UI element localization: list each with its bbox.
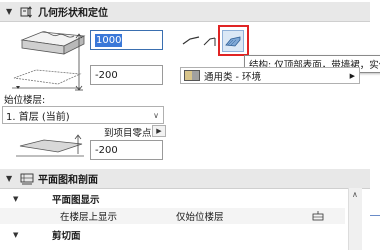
section-header-geometry[interactable]: ▼ 几何形状和定位 [0,2,370,22]
offset-diagram-icon [14,134,88,158]
top-offset-input[interactable]: 1000 [90,30,163,50]
expand-arrow-icon: ▶ [349,71,355,80]
tree-row-plan-display[interactable]: ▼ 平面图显示 [0,191,345,207]
collapse-arrow-icon[interactable]: ▼ [13,195,18,203]
collapse-arrow-icon[interactable]: ▼ [6,7,16,16]
material-swatch-icon [184,70,200,81]
home-story-label: 始位楼层: [4,95,46,106]
section-header-plan-section[interactable]: ▼ 平面图和剖面 [0,169,370,189]
surface-material-select[interactable]: 通用类 - 环境 ▶ [180,67,360,84]
scroll-up-icon[interactable]: ∧ [352,190,358,199]
collapse-arrow-icon[interactable]: ▼ [6,174,16,183]
tree-row-show-on-stories[interactable]: 在楼层上显示 仅始位楼层 [0,208,345,224]
chevron-down-icon: ∨ [153,110,159,120]
home-story-select[interactable]: 1. 首层 (当前) ∨ [2,106,164,124]
story-visibility-icon [312,211,324,224]
scrollbar[interactable]: ∧ [348,188,362,250]
collapse-arrow-icon[interactable]: ▼ [13,231,18,239]
section-title: 几何形状和定位 [38,8,108,19]
geometry-option-basic-button[interactable] [180,30,202,52]
selection-highlight [218,25,249,56]
thickness-input[interactable]: -200 [90,65,163,85]
tree-row-cut-surfaces[interactable]: ▼ 剪切面 [0,227,345,243]
section-title: 平面图和剖面 [38,175,98,186]
project-zero-label: 到项目零点 [104,128,152,139]
geometry-section-icon [20,5,34,18]
offset-input[interactable]: -200 [90,140,163,160]
plan-section-icon [20,173,34,185]
base-plane-diagram-icon [10,64,82,92]
show-on-stories-value[interactable]: 仅始位楼层 [176,209,224,223]
panel-edge-line [370,215,380,216]
project-zero-toggle-button[interactable]: ▶ [152,125,166,137]
